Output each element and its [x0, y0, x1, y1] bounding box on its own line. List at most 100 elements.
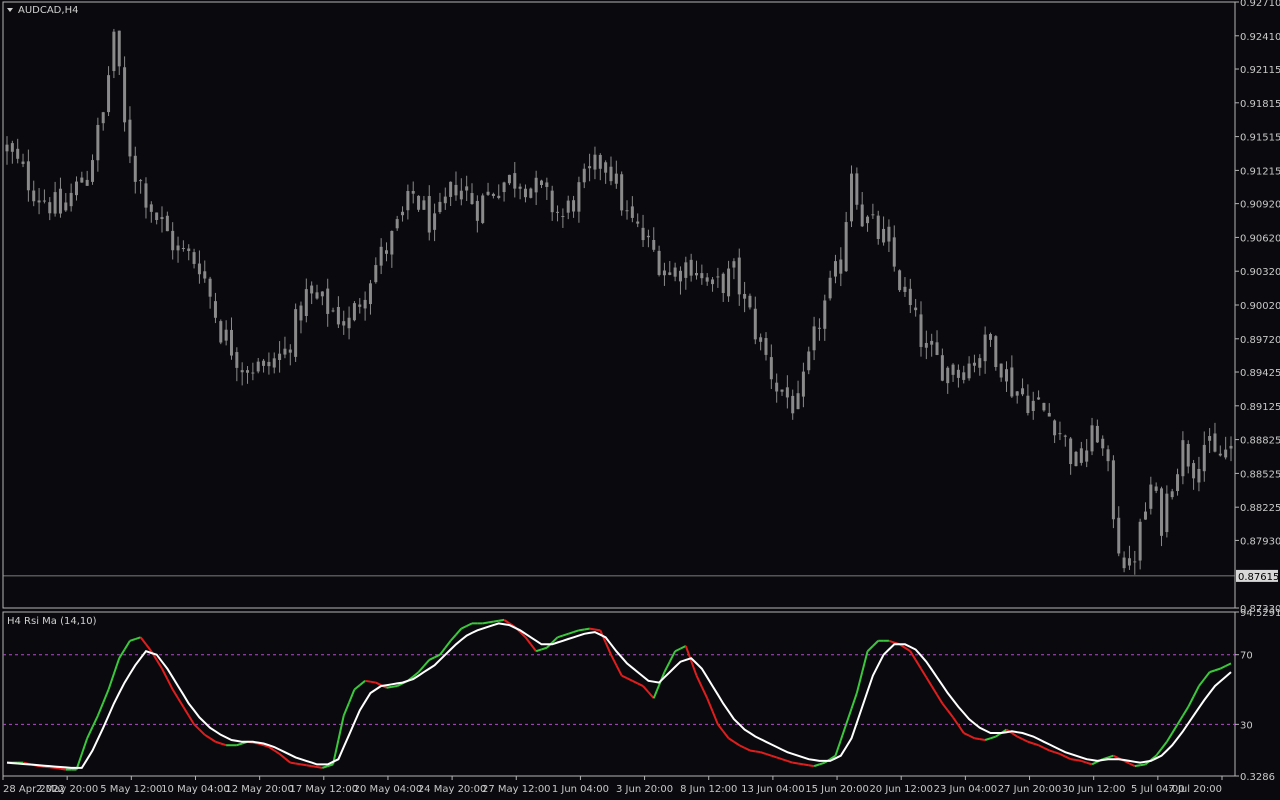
- price-tick-label: 0.88225: [1240, 503, 1280, 514]
- candle-body: [582, 168, 586, 183]
- candle-body: [898, 270, 902, 291]
- candle-body: [529, 188, 533, 198]
- candle-body: [935, 342, 939, 355]
- candle-body: [1143, 511, 1147, 520]
- candle-body: [1053, 420, 1057, 436]
- candle-body: [539, 180, 543, 185]
- candle-body: [278, 353, 282, 361]
- candle-body: [1021, 388, 1025, 395]
- candle-body: [903, 286, 907, 292]
- candle-body: [133, 155, 137, 182]
- rsi-segment: [370, 680, 376, 684]
- rsi-segment: [1070, 758, 1077, 762]
- candle-body: [449, 181, 453, 197]
- price-tick-label: 0.89425: [1240, 368, 1280, 379]
- candle-body: [160, 217, 164, 220]
- rsi-segment: [1075, 759, 1082, 762]
- candle-body: [213, 301, 217, 318]
- candle-body: [711, 279, 715, 285]
- candle-body: [641, 227, 645, 241]
- candle-body: [919, 314, 923, 347]
- candle-body: [69, 192, 73, 207]
- candle-body: [475, 200, 479, 221]
- candle-body: [358, 304, 362, 307]
- candle-body: [26, 161, 30, 191]
- candle-body: [812, 326, 816, 351]
- candle-body: [1208, 436, 1212, 441]
- candle-body: [1229, 445, 1233, 449]
- time-tick-label: 1 Jun 04:00: [552, 784, 609, 795]
- candle-body: [1010, 367, 1014, 397]
- symbol-title[interactable]: AUDCAD,H4: [7, 5, 78, 16]
- candle-body: [801, 371, 805, 397]
- candle-body: [850, 173, 854, 222]
- candle-body: [433, 213, 437, 230]
- candle-body: [58, 188, 62, 214]
- candle-body: [374, 265, 378, 283]
- candle-body: [379, 246, 383, 266]
- candle-body: [208, 278, 212, 297]
- candle-body: [951, 364, 955, 375]
- indicator-tick-label: 70: [1240, 651, 1253, 662]
- price-tick-label: 0.91815: [1240, 99, 1280, 110]
- candle-body: [705, 277, 709, 282]
- candle-body: [1122, 557, 1126, 569]
- price-tick-label: 0.91215: [1240, 166, 1280, 177]
- candle-body: [368, 283, 372, 305]
- time-tick-label: 27 Jun 20:00: [998, 784, 1062, 795]
- candle-body: [866, 216, 870, 224]
- time-tick-label: 20 Jun 12:00: [869, 784, 933, 795]
- candle-body: [299, 305, 303, 321]
- candle-body: [117, 30, 121, 67]
- candle-body: [491, 193, 495, 197]
- candle-body: [1095, 425, 1099, 443]
- candle-body: [507, 174, 511, 184]
- candle-body: [246, 370, 250, 373]
- candle-body: [438, 201, 442, 213]
- candle-body: [74, 181, 78, 196]
- time-tick-label: 24 May 20:00: [418, 784, 487, 795]
- candle-body: [737, 257, 741, 295]
- candle-body: [513, 173, 517, 189]
- candle-body: [764, 338, 768, 355]
- candle-body: [572, 200, 576, 212]
- candle-body: [684, 262, 688, 278]
- rsi-segment: [300, 763, 307, 767]
- candle-body: [390, 230, 394, 255]
- candle-body: [171, 230, 175, 251]
- candle-body: [545, 182, 549, 187]
- candle-body: [769, 357, 773, 380]
- candle-body: [753, 308, 757, 340]
- candle-body: [310, 285, 314, 294]
- candle-body: [128, 119, 132, 157]
- candle-body: [21, 161, 25, 164]
- candle-body: [1005, 369, 1009, 382]
- candle-body: [1160, 488, 1164, 536]
- rsi-segment: [295, 762, 302, 766]
- candle-body: [1149, 484, 1153, 509]
- candle-body: [1042, 402, 1046, 411]
- indicator-title: H4 Rsi Ma (14,10): [7, 616, 97, 627]
- candle-body: [42, 200, 46, 202]
- candle-body: [1127, 558, 1131, 566]
- candle-body: [1015, 391, 1019, 396]
- candle-body: [887, 226, 891, 242]
- time-tick-label: 17 May 12:00: [290, 784, 359, 795]
- candle-body: [1085, 450, 1089, 462]
- candle-body: [924, 342, 928, 348]
- price-tick-label: 0.89125: [1240, 402, 1280, 413]
- candle-body: [1197, 468, 1201, 483]
- candle-body: [107, 75, 111, 113]
- candle-body: [1111, 460, 1115, 520]
- candle-body: [994, 336, 998, 367]
- rsi-segment: [594, 628, 601, 632]
- candle-body: [855, 173, 859, 205]
- rsi-segment: [755, 750, 761, 754]
- rsi-segment: [584, 627, 590, 631]
- candle-body: [155, 212, 159, 221]
- price-tick-label: 0.90320: [1240, 267, 1280, 278]
- candle-body: [828, 277, 832, 299]
- candle-body: [999, 363, 1003, 378]
- candle-body: [363, 299, 367, 309]
- candle-body: [972, 362, 976, 366]
